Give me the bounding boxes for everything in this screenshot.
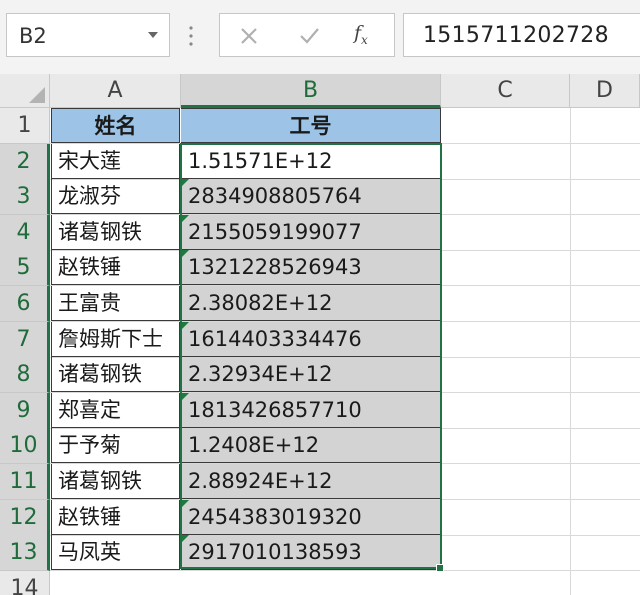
column-header-c[interactable]: C xyxy=(441,74,570,108)
formula-buttons: fx xyxy=(219,13,395,57)
gridline xyxy=(570,108,571,595)
cell-b13[interactable]: 2917010138593 xyxy=(181,535,441,571)
row-header-1[interactable]: 1 xyxy=(0,108,50,144)
cell-a9[interactable]: 郑喜定 xyxy=(51,392,180,428)
cell-b8[interactable]: 2.32934E+12 xyxy=(181,357,441,393)
row-header-3[interactable]: 3 xyxy=(0,179,50,216)
cell-b5[interactable]: 1321228526943 xyxy=(181,250,441,286)
row-header-9[interactable]: 9 xyxy=(0,392,50,429)
row-header-11[interactable]: 11 xyxy=(0,464,50,500)
cell-b4[interactable]: 2155059199077 xyxy=(181,214,441,250)
row-header-7[interactable]: 7 xyxy=(0,321,50,358)
fx-icon[interactable]: fx xyxy=(354,22,368,47)
select-all-button[interactable] xyxy=(0,74,50,108)
cell-b12[interactable]: 2454383019320 xyxy=(181,499,441,535)
formula-input[interactable]: 1515711202728 xyxy=(403,13,640,57)
error-indicator-icon[interactable] xyxy=(181,214,189,223)
row-header-6[interactable]: 6 xyxy=(0,286,50,322)
spreadsheet-grid: A B C D 1 2 3 4 5 6 7 8 9 10 11 12 13 14 姓名 工号 宋大莲 1.51571E+1… xyxy=(0,74,640,595)
cell-a5[interactable]: 赵铁锤 xyxy=(51,250,180,286)
more-options-icon[interactable] xyxy=(188,24,194,48)
cell-b6[interactable]: 2.38082E+12 xyxy=(181,286,441,321)
row-header-10[interactable]: 10 xyxy=(0,428,50,465)
cell-b11[interactable]: 2.88924E+12 xyxy=(181,464,441,499)
cell-a7[interactable]: 詹姆斯下士 xyxy=(51,321,180,357)
cell-b10[interactable]: 1.2408E+12 xyxy=(181,428,441,464)
cell-a10[interactable]: 于予菊 xyxy=(51,428,180,464)
cell-a8[interactable]: 诸葛钢铁 xyxy=(51,357,180,393)
cell-a2[interactable]: 宋大莲 xyxy=(51,143,180,179)
error-indicator-icon[interactable] xyxy=(181,250,189,259)
cell-b7[interactable]: 1614403334476 xyxy=(181,321,441,357)
column-header-b[interactable]: B xyxy=(181,74,441,108)
checkmark-icon[interactable] xyxy=(297,24,321,48)
close-icon[interactable] xyxy=(237,24,261,48)
row-header-2[interactable]: 2 xyxy=(0,143,50,180)
error-indicator-icon[interactable] xyxy=(181,499,189,508)
column-header-d[interactable]: D xyxy=(570,74,640,108)
row-header-13[interactable]: 13 xyxy=(0,535,50,572)
error-indicator-icon[interactable] xyxy=(181,392,189,401)
name-box[interactable]: B2 xyxy=(6,13,170,57)
name-box-value[interactable]: B2 xyxy=(19,24,47,48)
cell-a11[interactable]: 诸葛钢铁 xyxy=(51,464,180,499)
row-header-4[interactable]: 4 xyxy=(0,214,50,251)
row-header-12[interactable]: 12 xyxy=(0,499,50,536)
column-header-a[interactable]: A xyxy=(50,74,181,108)
error-indicator-icon[interactable] xyxy=(181,535,189,544)
cell-b3[interactable]: 2834908805764 xyxy=(181,179,441,215)
chevron-down-icon[interactable] xyxy=(146,28,160,42)
error-indicator-icon[interactable] xyxy=(181,179,189,188)
cell-a6[interactable]: 王富贵 xyxy=(51,286,180,321)
gridline xyxy=(50,570,640,572)
row-header-8[interactable]: 8 xyxy=(0,357,50,394)
cell-b1[interactable]: 工号 xyxy=(181,108,441,143)
formula-bar-area: B2 fx 1515711202728 xyxy=(0,0,640,74)
cell-a1[interactable]: 姓名 xyxy=(51,108,180,143)
formula-value[interactable]: 1515711202728 xyxy=(423,23,609,48)
row-header-5[interactable]: 5 xyxy=(0,250,50,287)
cell-a13[interactable]: 马凤英 xyxy=(51,535,180,571)
cell-a3[interactable]: 龙淑芬 xyxy=(51,179,180,215)
cell-b2[interactable]: 1.51571E+12 xyxy=(181,143,441,179)
cell-a4[interactable]: 诸葛钢铁 xyxy=(51,214,180,250)
row-header-14[interactable]: 14 xyxy=(0,570,50,595)
cell-b9[interactable]: 1813426857710 xyxy=(181,392,441,428)
error-indicator-icon[interactable] xyxy=(181,321,189,330)
fill-handle[interactable] xyxy=(436,564,444,572)
cell-a12[interactable]: 赵铁锤 xyxy=(51,499,180,535)
